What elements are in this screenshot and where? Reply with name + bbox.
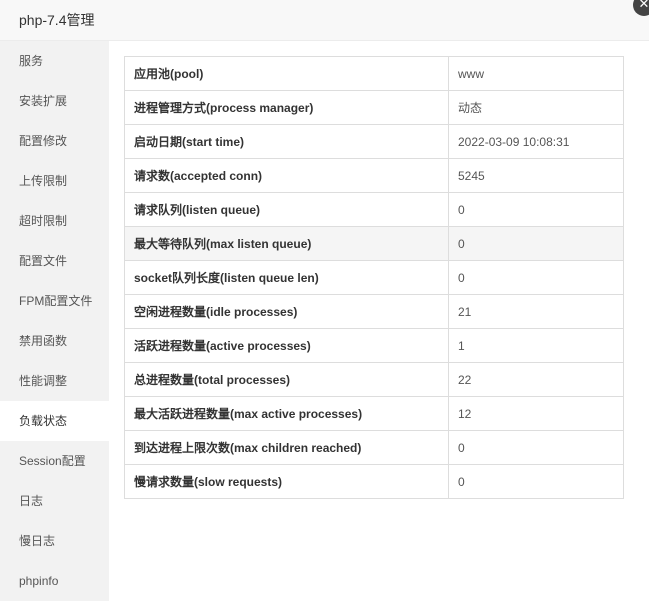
table-row: 活跃进程数量(active processes) 1: [124, 328, 624, 363]
status-key: 最大活跃进程数量(max active processes): [124, 396, 449, 431]
status-key: 启动日期(start time): [124, 124, 449, 159]
status-value: 12: [448, 396, 624, 431]
status-key: 总进程数量(total processes): [124, 362, 449, 397]
sidebar-item-config-edit[interactable]: 配置修改: [0, 121, 109, 161]
table-row: 进程管理方式(process manager) 动态: [124, 90, 624, 125]
status-value: 0: [448, 464, 624, 499]
sidebar-item-upload-limit[interactable]: 上传限制: [0, 161, 109, 201]
sidebar-item-timeout-limit[interactable]: 超时限制: [0, 201, 109, 241]
status-key: 应用池(pool): [124, 56, 449, 91]
sidebar-item-performance-tuning[interactable]: 性能调整: [0, 361, 109, 401]
status-key: 到达进程上限次数(max children reached): [124, 430, 449, 465]
sidebar-item-slow-log[interactable]: 慢日志: [0, 521, 109, 561]
sidebar: 服务 安装扩展 配置修改 上传限制 超时限制 配置文件 FPM配置文件 禁用函数…: [0, 41, 109, 601]
sidebar-item-disabled-functions[interactable]: 禁用函数: [0, 321, 109, 361]
status-key: 慢请求数量(slow requests): [124, 464, 449, 499]
table-row: 最大活跃进程数量(max active processes) 12: [124, 396, 624, 431]
status-value: 5245: [448, 158, 624, 193]
table-row: 空闲进程数量(idle processes) 21: [124, 294, 624, 329]
table-row: socket队列长度(listen queue len) 0: [124, 260, 624, 295]
status-key: 进程管理方式(process manager): [124, 90, 449, 125]
status-key: 最大等待队列(max listen queue): [124, 226, 449, 261]
table-row: 到达进程上限次数(max children reached) 0: [124, 430, 624, 465]
status-value: 22: [448, 362, 624, 397]
window-titlebar: php-7.4管理: [0, 0, 649, 41]
status-value: 0: [448, 430, 624, 465]
table-row: 请求数(accepted conn) 5245: [124, 158, 624, 193]
status-key: 请求队列(listen queue): [124, 192, 449, 227]
status-value: 1: [448, 328, 624, 363]
status-value: 动态: [448, 90, 624, 125]
main-content: 应用池(pool) www 进程管理方式(process manager) 动态…: [109, 41, 649, 601]
load-status-table: 应用池(pool) www 进程管理方式(process manager) 动态…: [124, 56, 624, 499]
window-title: php-7.4管理: [19, 12, 95, 28]
status-key: 活跃进程数量(active processes): [124, 328, 449, 363]
status-key: 请求数(accepted conn): [124, 158, 449, 193]
table-row: 请求队列(listen queue) 0: [124, 192, 624, 227]
sidebar-item-phpinfo[interactable]: phpinfo: [0, 561, 109, 601]
sidebar-item-service[interactable]: 服务: [0, 41, 109, 81]
table-row: 最大等待队列(max listen queue) 0: [124, 226, 624, 261]
sidebar-item-load-status[interactable]: 负载状态: [0, 401, 109, 441]
status-value: 0: [448, 226, 624, 261]
table-row: 应用池(pool) www: [124, 56, 624, 91]
sidebar-item-config-file[interactable]: 配置文件: [0, 241, 109, 281]
table-row: 慢请求数量(slow requests) 0: [124, 464, 624, 499]
status-value: 0: [448, 192, 624, 227]
status-key: socket队列长度(listen queue len): [124, 260, 449, 295]
sidebar-item-log[interactable]: 日志: [0, 481, 109, 521]
status-key: 空闲进程数量(idle processes): [124, 294, 449, 329]
sidebar-item-fpm-config-file[interactable]: FPM配置文件: [0, 281, 109, 321]
status-value: 21: [448, 294, 624, 329]
table-row: 启动日期(start time) 2022-03-09 10:08:31: [124, 124, 624, 159]
table-row: 总进程数量(total processes) 22: [124, 362, 624, 397]
status-value: 2022-03-09 10:08:31: [448, 124, 624, 159]
sidebar-item-install-extensions[interactable]: 安装扩展: [0, 81, 109, 121]
status-value: www: [448, 56, 624, 91]
status-value: 0: [448, 260, 624, 295]
sidebar-item-session-config[interactable]: Session配置: [0, 441, 109, 481]
